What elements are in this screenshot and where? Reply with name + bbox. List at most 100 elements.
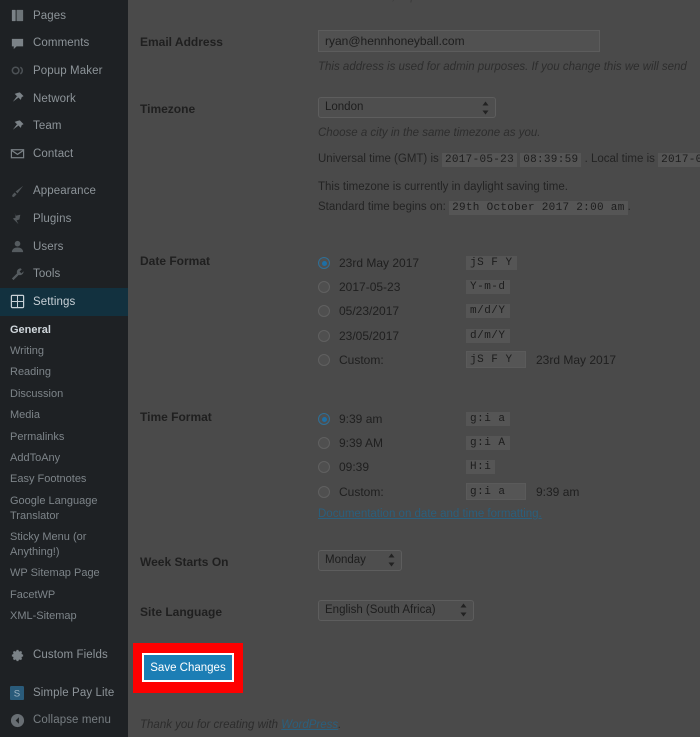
settings-submenu: General Writing Reading Discussion Media… bbox=[0, 315, 128, 634]
time-format-preview: 9:39 AM bbox=[339, 436, 384, 451]
universal-time-line: Universal time (GMT) is 2017-05-23 08:39… bbox=[318, 151, 700, 169]
wrench-icon bbox=[8, 265, 26, 283]
radio-icon[interactable] bbox=[318, 257, 330, 270]
universal-date-value: 2017-05-23 bbox=[441, 153, 517, 167]
week-starts-on-label: Week Starts On bbox=[140, 554, 229, 569]
comments-icon bbox=[8, 34, 26, 52]
general-settings-form: In a few words, explain what this site i… bbox=[128, 0, 700, 731]
date-format-option[interactable]: 23rd May 2017 jS F Y bbox=[318, 251, 700, 275]
sidebar-item-label: Settings bbox=[33, 295, 76, 308]
date-format-option[interactable]: 05/23/2017 m/d/Y bbox=[318, 299, 700, 323]
sidebar-item-contact[interactable]: Contact bbox=[0, 140, 128, 168]
admin-sidebar: Pages Comments Popup Maker Network Team bbox=[0, 0, 128, 737]
universal-time-value: 08:39:59 bbox=[520, 153, 582, 167]
time-format-option[interactable]: 9:39 am g:i a bbox=[318, 407, 700, 431]
radio-icon[interactable] bbox=[318, 413, 330, 426]
submenu-item-permalinks[interactable]: Permalinks bbox=[0, 426, 128, 447]
sidebar-item-label: Custom Fields bbox=[33, 649, 108, 662]
timezone-select[interactable]: London bbox=[318, 97, 496, 118]
sidebar-item-label: Simple Pay Lite bbox=[33, 686, 115, 699]
universal-time-prefix: Universal time (GMT) is bbox=[318, 153, 439, 165]
email-address-input[interactable] bbox=[318, 30, 600, 52]
footer-prefix: Thank you for creating with bbox=[140, 718, 282, 731]
date-format-custom-option[interactable]: Custom: 23rd May 2017 bbox=[318, 348, 700, 372]
sidebar-item-users[interactable]: Users bbox=[0, 233, 128, 261]
save-button-highlight-annotation: Save Changes bbox=[133, 642, 243, 693]
local-time-prefix: . Local time is bbox=[584, 153, 655, 165]
radio-icon[interactable] bbox=[318, 437, 330, 450]
sidebar-item-comments[interactable]: Comments bbox=[0, 30, 128, 58]
sidebar-item-label: Tools bbox=[33, 268, 61, 281]
radio-icon[interactable] bbox=[318, 485, 330, 498]
sidebar-item-label: Collapse menu bbox=[33, 714, 112, 727]
sidebar-item-appearance[interactable]: Appearance bbox=[0, 178, 128, 206]
submenu-item-addtoany[interactable]: AddToAny bbox=[0, 448, 128, 469]
sidebar-item-label: Network bbox=[33, 92, 76, 105]
popup-maker-icon bbox=[8, 62, 26, 80]
radio-icon[interactable] bbox=[318, 281, 330, 294]
week-starts-on-select[interactable]: Monday bbox=[318, 549, 402, 571]
sidebar-item-label: Users bbox=[33, 240, 64, 253]
submenu-item-xml-sitemap[interactable]: XML-Sitemap bbox=[0, 606, 128, 627]
sidebar-item-plugins[interactable]: Plugins bbox=[0, 205, 128, 233]
sidebar-divider bbox=[0, 168, 128, 178]
submenu-item-easy-footnotes[interactable]: Easy Footnotes bbox=[0, 469, 128, 490]
radio-icon[interactable] bbox=[318, 305, 330, 318]
time-format-option[interactable]: 09:39 H:i bbox=[318, 455, 700, 479]
sidebar-item-tools[interactable]: Tools bbox=[0, 260, 128, 288]
sidebar-item-settings[interactable]: Settings bbox=[0, 287, 128, 316]
sidebar-item-label: Comments bbox=[33, 37, 90, 50]
radio-icon[interactable] bbox=[318, 461, 330, 474]
brush-icon bbox=[8, 182, 26, 200]
date-format-code: m/d/Y bbox=[466, 304, 510, 319]
submenu-item-discussion[interactable]: Discussion bbox=[0, 384, 128, 405]
settings-main-content: In a few words, explain what this site i… bbox=[128, 0, 700, 737]
submenu-item-facetwp[interactable]: FacetWP bbox=[0, 585, 128, 606]
submenu-item-reading[interactable]: Reading bbox=[0, 362, 128, 383]
sidebar-item-popup-maker[interactable]: Popup Maker bbox=[0, 57, 128, 85]
submenu-item-google-language-translator[interactable]: Google Language Translator bbox=[0, 491, 112, 527]
sidebar-item-label: Plugins bbox=[33, 212, 72, 225]
pages-icon bbox=[8, 7, 26, 25]
standard-time-prefix: Standard time begins on: bbox=[318, 201, 446, 213]
timezone-row: Timezone London Choose a city in the sam… bbox=[128, 89, 700, 217]
stripe-icon: S bbox=[8, 684, 26, 702]
time-format-preview: 09:39 bbox=[339, 460, 370, 475]
submenu-item-wp-sitemap-page[interactable]: WP Sitemap Page bbox=[0, 563, 128, 584]
sidebar-item-collapse-menu[interactable]: Collapse menu bbox=[0, 707, 128, 735]
sidebar-item-network[interactable]: Network bbox=[0, 85, 128, 113]
submenu-item-writing[interactable]: Writing bbox=[0, 341, 128, 362]
date-format-row: Date Format 23rd May 2017 jS F Y 2017-05… bbox=[128, 241, 700, 372]
pin-icon bbox=[8, 117, 26, 135]
save-changes-button[interactable]: Save Changes bbox=[142, 653, 234, 683]
date-format-preview: 05/23/2017 bbox=[339, 304, 400, 319]
timezone-description: Choose a city in the same timezone as yo… bbox=[318, 127, 541, 139]
wordpress-link[interactable]: WordPress bbox=[281, 719, 338, 731]
radio-icon[interactable] bbox=[318, 353, 330, 366]
sidebar-item-simple-pay-lite[interactable]: S Simple Pay Lite bbox=[0, 679, 128, 707]
submenu-item-sticky-menu[interactable]: Sticky Menu (or Anything!) bbox=[0, 527, 112, 563]
date-format-custom-input[interactable] bbox=[466, 351, 526, 369]
radio-icon[interactable] bbox=[318, 329, 330, 342]
standard-time-suffix: . bbox=[627, 201, 631, 213]
date-format-option[interactable]: 23/05/2017 d/m/Y bbox=[318, 324, 700, 348]
time-format-option[interactable]: 9:39 AM g:i A bbox=[318, 431, 700, 455]
time-format-custom-label: Custom: bbox=[339, 484, 384, 499]
sidebar-item-team[interactable]: Team bbox=[0, 112, 128, 140]
envelope-icon bbox=[8, 145, 26, 163]
plug-icon bbox=[8, 210, 26, 228]
svg-text:S: S bbox=[14, 688, 21, 699]
sidebar-item-custom-fields[interactable]: Custom Fields bbox=[0, 641, 128, 669]
date-time-documentation-link[interactable]: Documentation on date and time formattin… bbox=[318, 508, 542, 520]
date-format-option[interactable]: 2017-05-23 Y-m-d bbox=[318, 275, 700, 299]
sidebar-item-label: Team bbox=[33, 120, 62, 133]
submenu-item-media[interactable]: Media bbox=[0, 405, 128, 426]
site-language-select[interactable]: English (South Africa) bbox=[318, 599, 474, 621]
submenu-item-general[interactable]: General bbox=[0, 320, 128, 341]
time-format-custom-option[interactable]: Custom: 9:39 am bbox=[318, 480, 700, 504]
email-address-row: Email Address This address is used for a… bbox=[128, 22, 700, 75]
time-format-custom-input[interactable] bbox=[466, 483, 526, 501]
time-format-code: g:i a bbox=[466, 412, 510, 427]
site-language-select-wrap: English (South Africa) bbox=[318, 599, 474, 621]
sidebar-item-pages[interactable]: Pages bbox=[0, 2, 128, 30]
